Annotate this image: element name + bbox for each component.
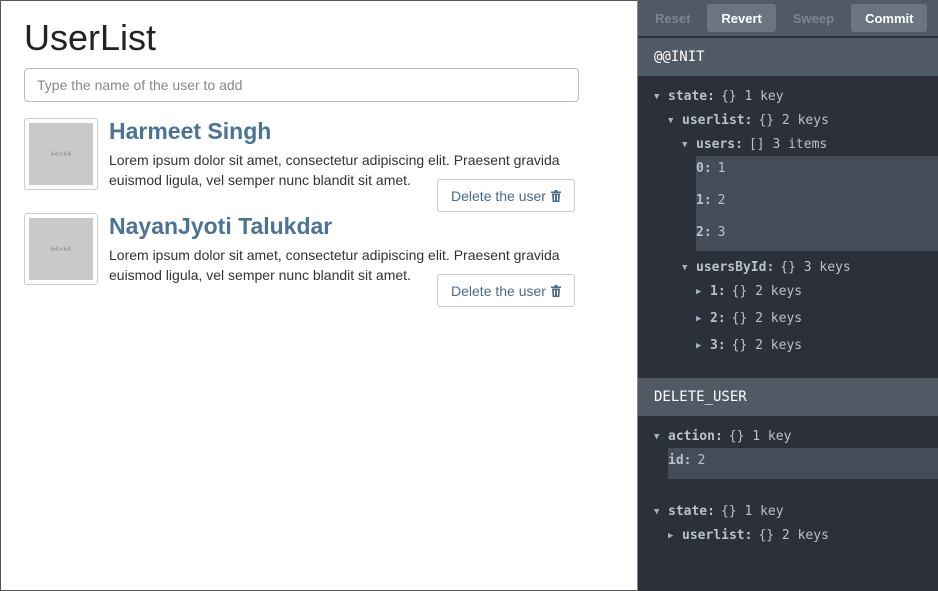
tree-summary: {} 2 keys [758, 528, 829, 543]
tree-key: state: [668, 504, 715, 519]
tree-node-state[interactable]: ▼ state: {} 1 key [654, 89, 784, 104]
trash-icon [550, 284, 561, 297]
delete-button-label: Delete the user [451, 282, 546, 299]
tree-key: action: [668, 429, 723, 444]
tree-key: users: [696, 137, 743, 152]
collapsed-arrow-icon: ▶ [696, 340, 702, 351]
tree-leaf-users-0: 0: 1 [696, 161, 725, 176]
expanded-arrow-icon: ▼ [654, 506, 660, 517]
tree-key: state: [668, 89, 715, 104]
tree-node-usersbyid[interactable]: ▼ usersById: {} 3 keys [682, 260, 851, 275]
tree-leaf-users-1: 1: 2 [696, 193, 725, 208]
expanded-arrow-icon: ▼ [654, 431, 660, 442]
tree-summary: [] 3 items [748, 137, 828, 152]
tree-summary: {} 3 keys [780, 260, 851, 275]
user-card: 64×64 Harmeet Singh Lorem ipsum dolor si… [24, 118, 579, 212]
tree-value: 2 [717, 193, 726, 208]
tree-node-userlist[interactable]: ▼ userlist: {} 2 keys [668, 113, 829, 128]
tree-node-usersbyid-2[interactable]: ▶ 2: {} 2 keys [696, 311, 802, 326]
tree-node-state[interactable]: ▼ state: {} 1 key [654, 504, 784, 519]
tree-key: userlist: [682, 113, 753, 128]
devtools-toolbar: Reset Revert Sweep Commit [638, 0, 938, 36]
expanded-arrow-icon: ▼ [654, 91, 660, 102]
tree-key: userlist: [682, 528, 753, 543]
tree-value: 2 [697, 453, 706, 468]
tree-key: 1: [696, 193, 712, 208]
action-header-delete-user[interactable]: DELETE_USER [638, 378, 938, 416]
delete-user-button[interactable]: Delete the user [437, 179, 575, 212]
tree-node-usersbyid-1[interactable]: ▶ 1: {} 2 keys [696, 284, 802, 299]
collapsed-arrow-icon: ▶ [696, 313, 702, 324]
tree-key: 1: [710, 284, 726, 299]
user-avatar: 64×64 [24, 213, 98, 285]
reset-button[interactable]: Reset [641, 4, 704, 32]
user-name: NayanJyoti Talukdar [109, 213, 333, 239]
user-avatar: 64×64 [24, 118, 98, 190]
tree-node-userlist[interactable]: ▶ userlist: {} 2 keys [668, 528, 829, 543]
user-name: Harmeet Singh [109, 118, 272, 144]
expanded-arrow-icon: ▼ [682, 139, 688, 150]
tree-summary: {} 1 key [728, 429, 792, 444]
revert-button[interactable]: Revert [707, 4, 776, 32]
tree-key: 3: [710, 338, 726, 353]
action-payload-highlight [668, 448, 938, 479]
user-list-app: UserList 64×64 Harmeet Singh Lorem ipsum… [0, 0, 637, 591]
page-title: UserList [24, 17, 157, 58]
tree-node-usersbyid-3[interactable]: ▶ 3: {} 2 keys [696, 338, 802, 353]
tree-key: usersById: [696, 260, 775, 275]
commit-button[interactable]: Commit [851, 4, 928, 32]
tree-summary: {} 2 keys [758, 113, 829, 128]
user-card: 64×64 NayanJyoti Talukdar Lorem ipsum do… [24, 213, 579, 307]
trash-icon [550, 189, 561, 202]
tree-summary: {} 2 keys [731, 311, 803, 326]
collapsed-arrow-icon: ▶ [696, 286, 702, 297]
sweep-button[interactable]: Sweep [779, 4, 848, 32]
collapsed-arrow-icon: ▶ [668, 530, 674, 541]
tree-key: id: [668, 453, 692, 468]
delete-user-button[interactable]: Delete the user [437, 274, 575, 307]
redux-devtools-panel: Reset Revert Sweep Commit @@INIT ▼ state… [637, 0, 938, 591]
expanded-arrow-icon: ▼ [668, 115, 674, 126]
tree-node-action[interactable]: ▼ action: {} 1 key [654, 429, 791, 444]
tree-value: 1 [717, 161, 726, 176]
delete-button-label: Delete the user [451, 187, 546, 204]
avatar-placeholder: 64×64 [29, 218, 93, 280]
tree-summary: {} 2 keys [731, 338, 803, 353]
tree-leaf-users-2: 2: 3 [696, 225, 725, 240]
add-user-input[interactable] [24, 68, 579, 102]
tree-summary: {} 2 keys [731, 284, 803, 299]
expanded-arrow-icon: ▼ [682, 262, 688, 273]
users-array-highlight [696, 156, 938, 251]
tree-summary: {} 1 key [720, 89, 784, 104]
tree-leaf-action-id: id: 2 [668, 453, 705, 468]
tree-node-users[interactable]: ▼ users: [] 3 items [682, 137, 827, 152]
tree-summary: {} 1 key [720, 504, 784, 519]
tree-key: 2: [696, 225, 712, 240]
action-header-init[interactable]: @@INIT [638, 38, 938, 76]
avatar-placeholder: 64×64 [29, 123, 93, 185]
tree-value: 3 [717, 225, 726, 240]
tree-key: 2: [710, 311, 726, 326]
tree-key: 0: [696, 161, 712, 176]
